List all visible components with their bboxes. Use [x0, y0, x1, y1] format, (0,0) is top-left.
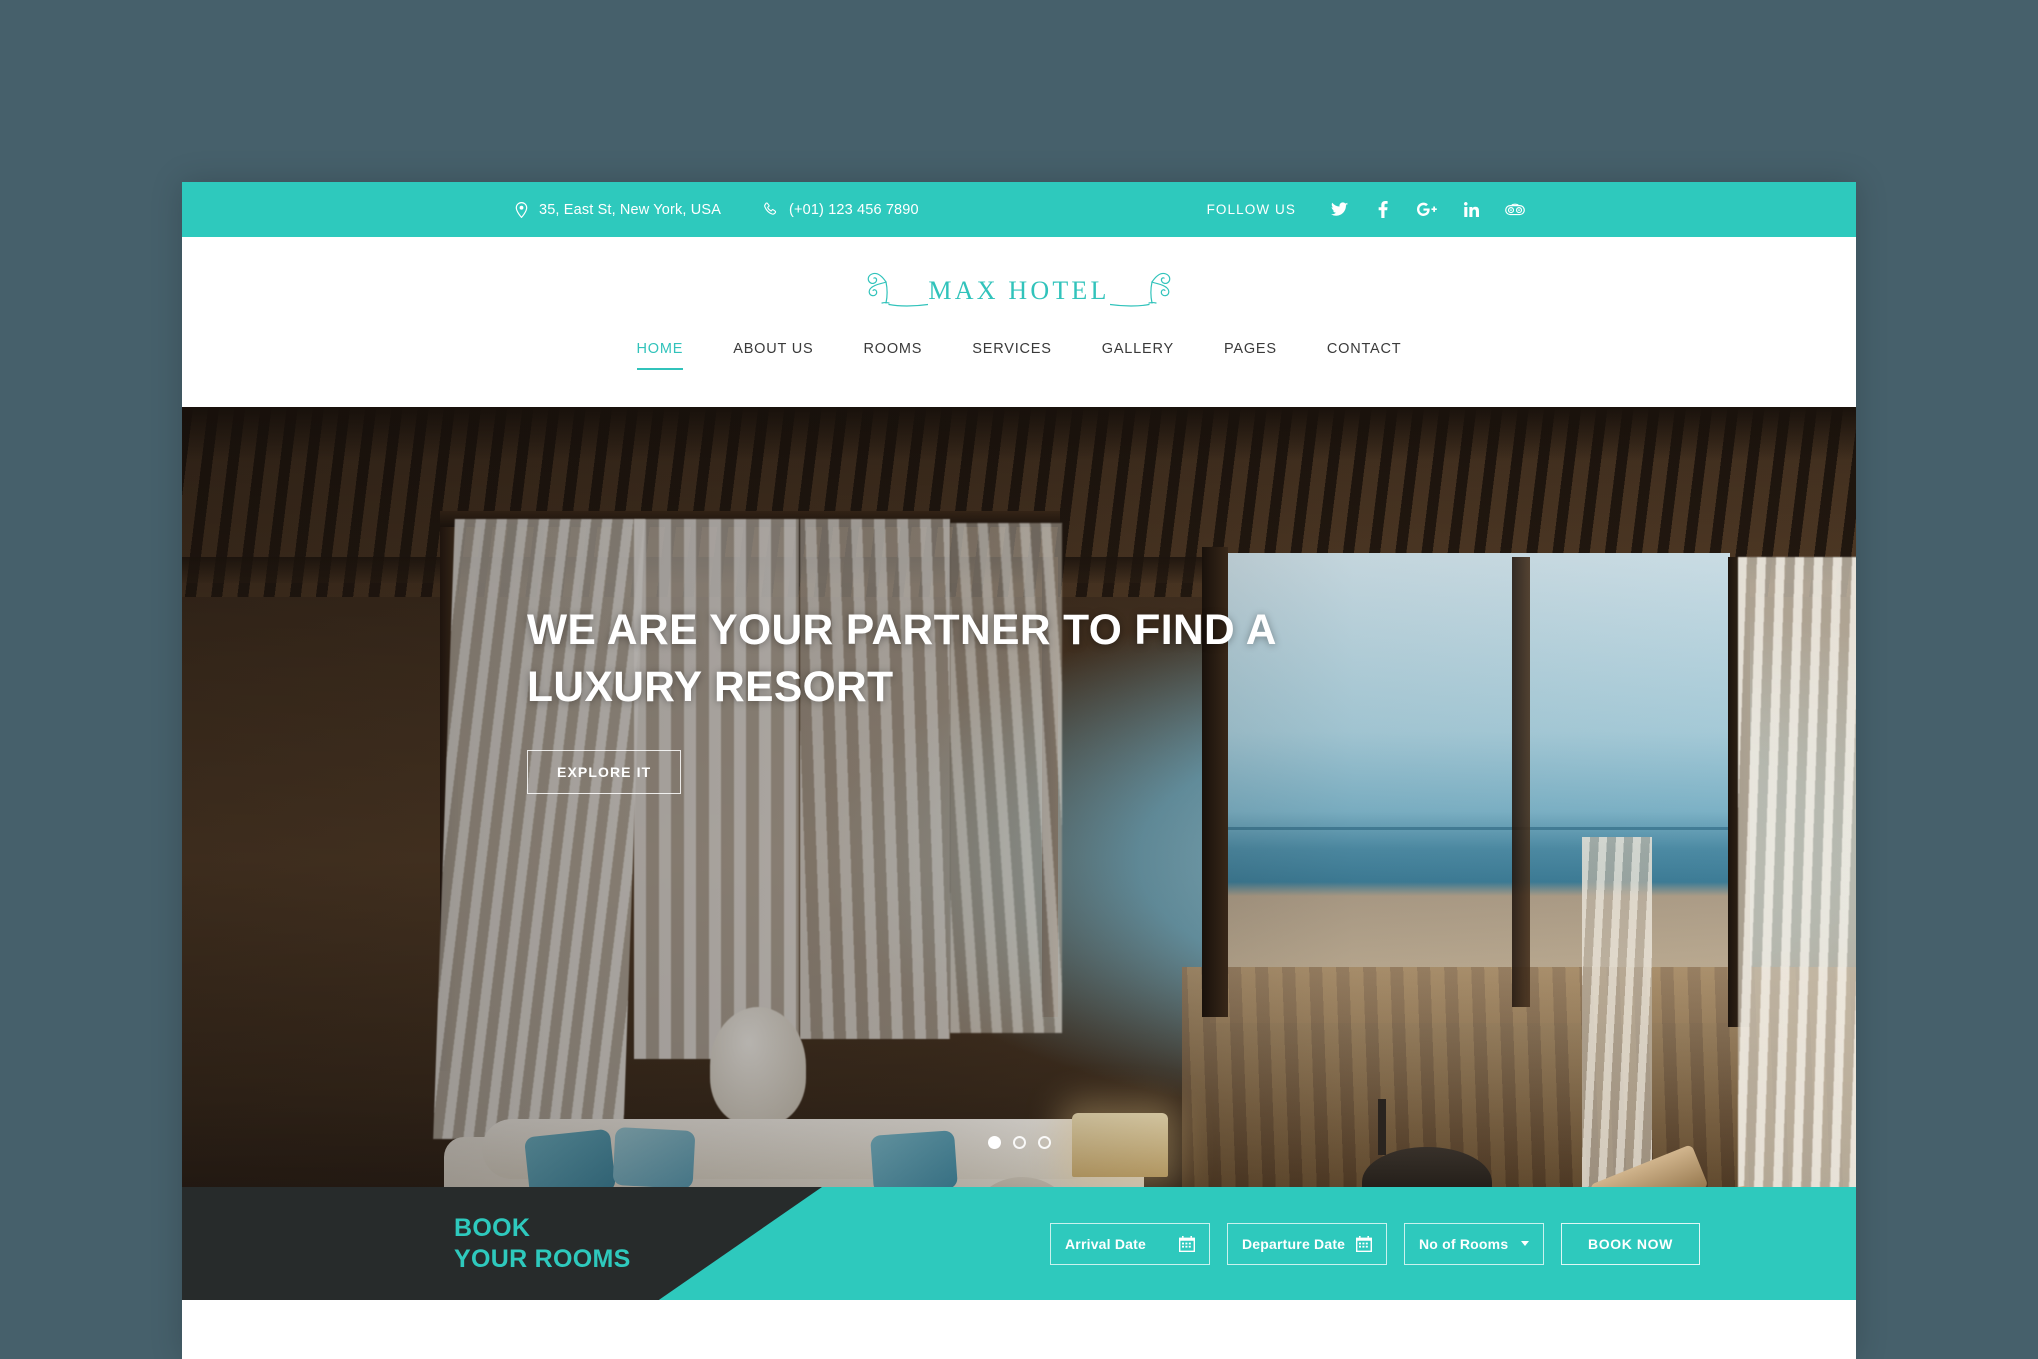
website-frame: 35, East St, New York, USA (+01) 123 456… [182, 182, 1856, 1359]
tripadvisor-icon[interactable] [1504, 199, 1526, 221]
hero-slider: WE ARE YOUR PARTNER TO FIND A LUXURY RES… [182, 407, 1856, 1187]
logo[interactable]: MAX HOTEL [856, 265, 1181, 317]
hero-title-line-1: WE ARE YOUR PARTNER TO FIND A [527, 607, 1277, 654]
hero-title: WE ARE YOUR PARTNER TO FIND A LUXURY RES… [527, 603, 1357, 716]
site-header: MAX HOTEL HOME ABOUT US ROOMS SERVICES G… [182, 237, 1856, 407]
logo-flourish-right-icon [1109, 272, 1170, 307]
address-info: 35, East St, New York, USA [515, 201, 722, 218]
hero-dim-overlay [182, 407, 1856, 1187]
facebook-icon[interactable] [1372, 199, 1394, 221]
no-of-rooms-placeholder: No of Rooms [1419, 1235, 1509, 1252]
slider-dot-2[interactable] [1012, 1136, 1026, 1149]
nav-item-gallery[interactable]: GALLERY [1077, 341, 1199, 370]
booking-title-line-2: YOUR ROOMS [454, 1244, 631, 1273]
logo-flourish-left-icon [868, 272, 929, 307]
hero-title-line-2: LUXURY RESORT [527, 663, 894, 711]
booking-title: BOOK YOUR ROOMS [454, 1213, 631, 1275]
no-of-rooms-select[interactable]: No of Rooms [1404, 1222, 1544, 1265]
booking-form: Arrival Date Departure Date No of Rooms … [1050, 1222, 1700, 1265]
book-now-button[interactable]: BOOK NOW [1561, 1222, 1700, 1265]
booking-title-line-1: BOOK [454, 1213, 531, 1242]
contact-info-group: 35, East St, New York, USA (+01) 123 456… [515, 201, 919, 218]
main-navigation: HOME ABOUT US ROOMS SERVICES GALLERY PAG… [612, 341, 1427, 370]
booking-bar: BOOK YOUR ROOMS Arrival Date Departure D… [182, 1187, 1856, 1300]
slider-dot-1[interactable] [987, 1136, 1001, 1149]
address-text: 35, East St, New York, USA [539, 201, 722, 218]
departure-date-field[interactable]: Departure Date [1227, 1222, 1387, 1265]
twitter-icon[interactable] [1328, 199, 1350, 221]
slider-dot-3[interactable] [1037, 1136, 1051, 1149]
phone-text: (+01) 123 456 7890 [789, 201, 919, 218]
calendar-icon [1356, 1235, 1372, 1252]
nav-item-about-us[interactable]: ABOUT US [708, 341, 838, 370]
phone-info: (+01) 123 456 7890 [763, 202, 919, 218]
hero-content: WE ARE YOUR PARTNER TO FIND A LUXURY RES… [527, 603, 1357, 795]
follow-us-label: FOLLOW US [1206, 202, 1296, 217]
arrival-date-field[interactable]: Arrival Date [1050, 1222, 1210, 1265]
logo-text: MAX HOTEL [928, 276, 1110, 305]
phone-icon [763, 202, 778, 217]
nav-item-services[interactable]: SERVICES [947, 341, 1076, 370]
nav-item-rooms[interactable]: ROOMS [838, 341, 947, 370]
nav-item-pages[interactable]: PAGES [1199, 341, 1302, 370]
page-body-below-fold [182, 1300, 1856, 1359]
departure-date-placeholder: Departure Date [1242, 1235, 1346, 1252]
chevron-down-icon [1521, 1241, 1529, 1246]
top-contact-bar: 35, East St, New York, USA (+01) 123 456… [182, 182, 1856, 237]
nav-item-home[interactable]: HOME [612, 341, 709, 370]
google-plus-icon[interactable] [1416, 199, 1438, 221]
map-pin-icon [515, 201, 528, 218]
booking-title-panel: BOOK YOUR ROOMS [182, 1187, 822, 1300]
arrival-date-placeholder: Arrival Date [1065, 1235, 1146, 1252]
linkedin-icon[interactable] [1460, 199, 1482, 221]
social-group: FOLLOW US [1207, 199, 1526, 221]
explore-it-button[interactable]: EXPLORE IT [527, 750, 682, 795]
nav-item-contact[interactable]: CONTACT [1302, 341, 1427, 370]
slider-pagination [182, 1136, 1856, 1149]
calendar-icon [1179, 1235, 1195, 1252]
